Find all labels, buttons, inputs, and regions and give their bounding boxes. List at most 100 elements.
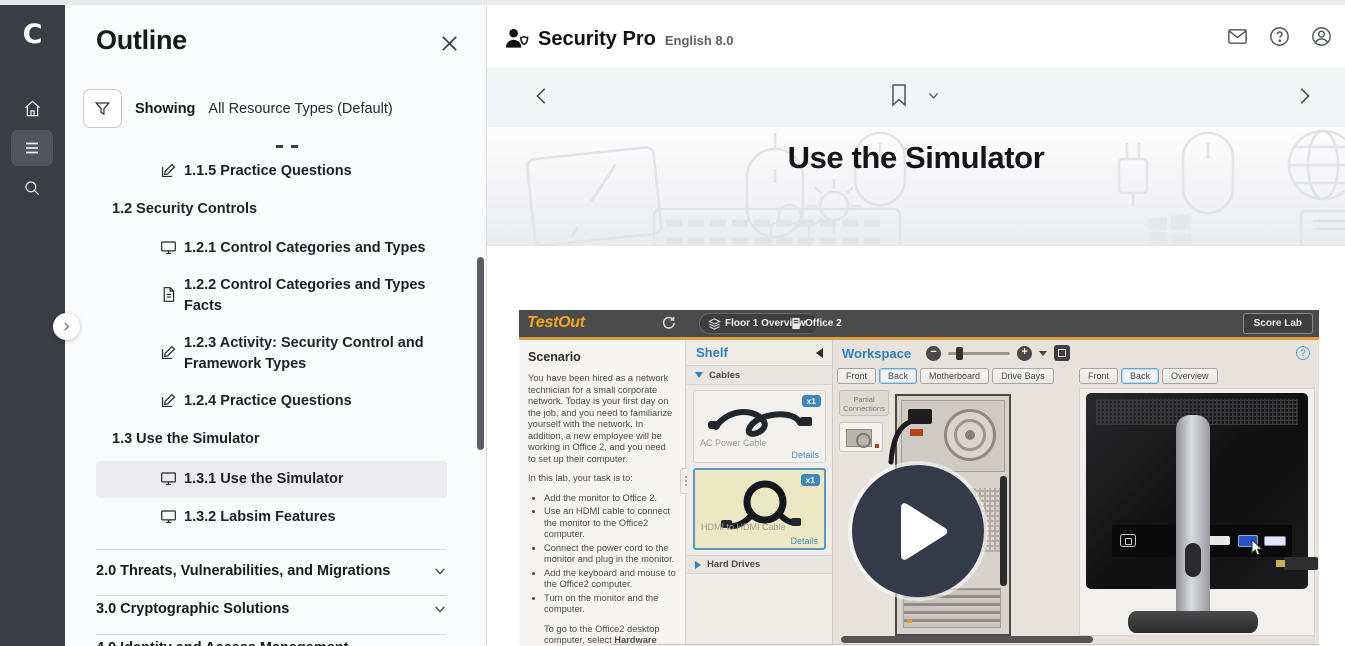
app-screen: C Outline Showing All Resource Types (De… [0, 0, 1345, 646]
shelf-collapse-button[interactable] [816, 348, 823, 358]
tab-computer-front[interactable]: Front [837, 368, 876, 384]
power-supply-thumbnail[interactable] [839, 422, 883, 452]
psu-fan [944, 409, 996, 461]
tab-monitor-back[interactable]: Back [1121, 368, 1159, 384]
lesson-banner: Use the Simulator [487, 127, 1345, 246]
outline-item-1-3-1-selected[interactable]: 1.3.1 Use the Simulator [96, 461, 447, 498]
monitor-power-inlet[interactable] [1120, 534, 1136, 547]
outline-menu-button[interactable] [11, 130, 53, 166]
header-icons [1225, 24, 1333, 48]
workspace-horizontal-scrollbar[interactable] [841, 636, 1093, 643]
outline-item-1-2-3[interactable]: 1.2.3 Activity: Security Control and Fra… [160, 333, 430, 375]
lesson-title: Use the Simulator [487, 140, 1345, 176]
breadcrumb-office2[interactable]: Office 2 [791, 313, 842, 334]
score-lab-button[interactable]: Score Lab [1243, 313, 1313, 334]
outline-item-1-2-2[interactable]: 1.2.2 Control Categories and Types Facts [160, 275, 430, 317]
tab-monitor-overview[interactable]: Overview [1162, 368, 1218, 384]
fit-to-screen-button[interactable] [1054, 345, 1070, 361]
shelf-item-label: HDMI to HDMI Cable [701, 522, 786, 532]
task-list: Add the monitor to Office 2. Use an HDMI… [544, 493, 676, 616]
zoom-slider-thumb[interactable] [956, 347, 963, 360]
task-item: Use an HDMI cable to connect the monitor… [544, 506, 676, 541]
video-play-button[interactable] [852, 465, 984, 597]
monitor-back-view[interactable] [1079, 388, 1315, 636]
quantity-badge: x1 [801, 474, 820, 486]
messages-button[interactable] [1225, 24, 1249, 48]
task-item: Add the keyboard and mouse to the Office… [544, 568, 676, 591]
side-slot [1000, 476, 1007, 586]
search-button[interactable] [11, 170, 53, 206]
outline-item-1-1-5[interactable]: 1.1.5 Practice Questions [160, 161, 430, 182]
outline-item-1-2-1[interactable]: 1.2.1 Control Categories and Types [160, 238, 430, 259]
outline-close-button[interactable] [436, 30, 462, 56]
cables-group-header[interactable]: Cables [687, 366, 832, 385]
close-icon [440, 34, 459, 53]
scenario-text: You have been hired as a network technic… [528, 373, 676, 465]
workspace-help-icon[interactable]: ? [1296, 346, 1310, 360]
outline-scrollbar[interactable] [477, 257, 484, 450]
shelf-item-hdmi-cable-selected[interactable]: x1 HDMI to HDMI Cable Details [693, 468, 826, 550]
account-icon [1310, 25, 1333, 48]
scenario-panel: Scenario You have been hired as a networ… [519, 340, 686, 646]
details-link[interactable]: Details [790, 536, 818, 546]
power-cord [883, 406, 923, 466]
bookmark-button[interactable] [889, 83, 909, 112]
practice-icon [160, 344, 177, 361]
vga-port[interactable] [1264, 536, 1286, 546]
bookmark-menu-button[interactable] [927, 89, 940, 107]
zoom-slider[interactable] [948, 352, 1010, 355]
hdmi-cable-plug[interactable] [1284, 557, 1318, 570]
outline-section-1-3[interactable]: 1.3 Use the Simulator [112, 431, 259, 447]
video-icon [160, 470, 177, 487]
course-heading: Security Pro English 8.0 [504, 23, 733, 51]
tab-computer-back[interactable]: Back [879, 368, 917, 384]
previous-lesson-button[interactable] [531, 85, 553, 112]
outline-item-1-3-2[interactable]: 1.3.2 Labsim Features [160, 507, 430, 528]
search-icon [23, 179, 41, 197]
chapter-2-0[interactable]: 2.0 Threats, Vulnerabilities, and Migrat… [96, 563, 447, 579]
course-subtitle: English 8.0 [665, 33, 734, 48]
sim-top-bar: TestOut Floor 1 Overview Office 2 Score … [519, 310, 1319, 337]
lesson-navbar [487, 67, 1345, 127]
simulator-video-player[interactable]: TestOut Floor 1 Overview Office 2 Score … [519, 310, 1319, 646]
help-button[interactable] [1267, 24, 1291, 48]
mail-icon [1226, 25, 1249, 48]
zoom-in-button[interactable]: + [1017, 346, 1032, 361]
filter-button[interactable] [83, 89, 122, 128]
details-link[interactable]: Details [791, 450, 819, 460]
video-icon [160, 239, 177, 256]
account-button[interactable] [1309, 24, 1333, 48]
tab-monitor-front[interactable]: Front [1079, 368, 1118, 384]
clipped-item-fragment [291, 145, 298, 148]
zoom-out-button[interactable]: − [926, 346, 941, 361]
mouse-cursor [1250, 539, 1264, 562]
next-lesson-button[interactable] [1293, 85, 1315, 112]
home-button[interactable] [11, 90, 53, 126]
course-title: Security Pro [538, 28, 656, 51]
chevron-down-icon [433, 564, 447, 578]
chevron-down-icon [433, 602, 447, 616]
shelf-item-ac-power-cable[interactable]: x1 AC Power Cable Details [693, 390, 826, 463]
chapter-3-0[interactable]: 3.0 Cryptographic Solutions [96, 601, 447, 617]
sidebar-expand-toggle[interactable] [53, 313, 80, 340]
document-icon [160, 286, 177, 303]
tab-computer-motherboard[interactable]: Motherboard [920, 368, 989, 384]
partial-connections-label[interactable]: Partial Connections [839, 390, 889, 416]
chapter-4-0[interactable]: 4.0 Identity and Access Management [96, 640, 447, 646]
clipped-item-fragment [276, 145, 283, 148]
task-item: Add the monitor to Office 2. [544, 493, 676, 505]
outline-item-1-2-4[interactable]: 1.2.4 Practice Questions [160, 391, 430, 412]
monitor-base [1128, 611, 1258, 633]
outline-section-1-2[interactable]: 1.2 Security Controls [112, 201, 257, 217]
main-area: Security Pro English 8.0 [487, 5, 1345, 646]
outline-panel: Outline Showing All Resource Types (Defa… [65, 5, 487, 646]
home-icon [23, 99, 42, 118]
hard-drives-group-header[interactable]: Hard Drives [687, 555, 832, 574]
refresh-icon[interactable] [661, 315, 676, 335]
zoom-menu-caret[interactable] [1039, 351, 1047, 356]
task-item: Connect the power cord to the monitor an… [544, 543, 676, 566]
outline-title: Outline [96, 25, 187, 56]
workspace-title: Workspace [842, 346, 911, 361]
scenario-tasks-intro: In this lab, your task is to: [528, 473, 676, 485]
tab-computer-drive-bays[interactable]: Drive Bays [992, 368, 1054, 384]
